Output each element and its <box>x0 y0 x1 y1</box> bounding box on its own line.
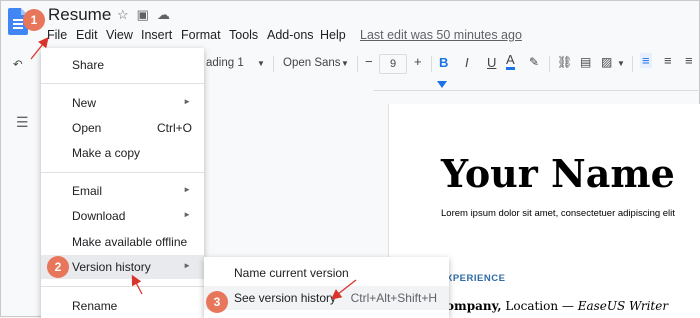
menu-item-label: Email <box>72 184 103 198</box>
align-left-icon[interactable]: ≡ <box>640 53 652 68</box>
menu-tools[interactable]: Tools <box>229 28 258 42</box>
menu-item-label: See version history <box>234 291 337 305</box>
chevron-down-icon[interactable]: ▼ <box>257 59 265 68</box>
section-heading-experience: XPERIENCE <box>446 273 506 284</box>
shortcut-text: Ctrl+O <box>156 121 192 135</box>
toolbar-divider <box>357 56 358 72</box>
menu-item-label: Rename <box>72 299 118 313</box>
toolbar-divider <box>632 56 633 72</box>
link-icon[interactable]: ⛓ <box>557 55 572 69</box>
submenu-arrow-icon: ► <box>183 185 191 194</box>
menu-item-email[interactable]: Email ► <box>41 179 204 203</box>
indent-marker-icon[interactable] <box>437 81 447 88</box>
menu-format[interactable]: Format <box>181 28 221 42</box>
chevron-down-icon[interactable]: ▼ <box>341 59 349 68</box>
step-badge-2: 2 <box>47 256 69 278</box>
menu-item-rename[interactable]: Rename <box>41 294 204 318</box>
ruler <box>373 81 700 91</box>
menu-item-label: Download <box>72 209 126 223</box>
company-name: ompany, <box>446 299 502 313</box>
document-outline-icon[interactable]: ☰ <box>16 114 29 131</box>
menu-item-share[interactable]: Share <box>41 53 204 77</box>
file-menu: Share New ► Open Ctrl+O Make a copy Email ►… <box>41 48 204 318</box>
comment-icon[interactable]: ▤ <box>580 55 591 69</box>
menu-addons[interactable]: Add-ons <box>267 28 314 42</box>
undo-icon[interactable]: ↶ <box>13 57 23 71</box>
toolbar-divider <box>273 56 274 72</box>
align-right-icon[interactable]: ≡ <box>685 53 693 68</box>
menu-item-name-current-version[interactable]: Name current version <box>204 261 449 285</box>
menu-help[interactable]: Help <box>320 28 346 42</box>
decrease-font-button[interactable]: − <box>365 54 373 69</box>
toolbar-divider <box>431 56 432 72</box>
font-select[interactable]: Open Sans <box>283 57 341 69</box>
doc-title[interactable]: Resume <box>48 5 111 25</box>
menu-divider <box>41 83 204 84</box>
underline-icon[interactable]: U <box>487 55 496 70</box>
star-icon[interactable]: ☆ <box>117 7 137 22</box>
text-color-icon[interactable]: A <box>506 53 515 70</box>
menu-item-offline[interactable]: Make available offline <box>41 230 204 254</box>
menu-file[interactable]: File <box>47 28 67 42</box>
menu-item-label: Open <box>72 121 102 135</box>
menu-item-make-copy[interactable]: Make a copy <box>41 141 204 165</box>
menu-item-label: Version history <box>72 260 151 274</box>
company-location: Location — <box>501 299 578 313</box>
menu-item-download[interactable]: Download ► <box>41 204 204 228</box>
step-badge-1: 1 <box>23 9 45 31</box>
submenu-arrow-icon: ► <box>183 210 191 219</box>
style-select[interactable]: ading 1 <box>206 57 244 69</box>
step-badge-3: 3 <box>206 291 228 313</box>
company-line: ompany, Location — EaseUS Writer <box>446 299 668 313</box>
last-edit-link[interactable]: Last edit was 50 minutes ago <box>360 28 522 42</box>
company-role: EaseUS Writer <box>577 299 669 313</box>
version-history-submenu: Name current version See version history… <box>204 257 449 318</box>
highlight-icon[interactable]: ✎ <box>529 55 539 69</box>
menu-insert[interactable]: Insert <box>141 28 172 42</box>
menu-view[interactable]: View <box>106 28 133 42</box>
submenu-arrow-icon: ► <box>183 261 191 270</box>
shortcut-text: Ctrl+Alt+Shift+H <box>350 291 437 305</box>
align-center-icon[interactable]: ≡ <box>664 53 672 68</box>
increase-font-button[interactable]: + <box>414 54 422 69</box>
title-icons: ☆▣☁ <box>117 7 178 23</box>
resume-tagline: Lorem ipsum dolor sit amet, consectetuer… <box>441 208 675 219</box>
menu-item-see-version-history[interactable]: See version history Ctrl+Alt+Shift+H <box>204 286 449 310</box>
bold-icon[interactable]: B <box>439 55 448 70</box>
chevron-down-icon[interactable]: ▼ <box>617 59 625 68</box>
italic-icon[interactable]: I <box>465 55 469 70</box>
menu-item-label: Make a copy <box>72 146 141 160</box>
font-size-input[interactable]: 9 <box>379 54 407 74</box>
cloud-status-icon[interactable]: ☁ <box>157 7 178 22</box>
resume-name-heading: Your Name <box>441 151 675 196</box>
menu-divider <box>41 172 204 173</box>
insert-image-icon[interactable]: ▨ <box>601 55 612 69</box>
toolbar-divider <box>549 56 550 72</box>
menu-item-label: Name current version <box>234 266 349 280</box>
menu-item-label: Make available offline <box>72 235 188 249</box>
menu-item-open[interactable]: Open Ctrl+O <box>41 116 204 140</box>
menu-item-new[interactable]: New ► <box>41 91 204 115</box>
app-window: Resume ☆▣☁ File Edit View Insert Format … <box>0 0 700 318</box>
menu-edit[interactable]: Edit <box>76 28 98 42</box>
submenu-arrow-icon: ► <box>183 97 191 106</box>
move-folder-icon[interactable]: ▣ <box>137 7 157 22</box>
menu-item-label: New <box>72 96 97 110</box>
menu-item-label: Share <box>72 58 105 72</box>
menu-divider <box>41 286 204 287</box>
